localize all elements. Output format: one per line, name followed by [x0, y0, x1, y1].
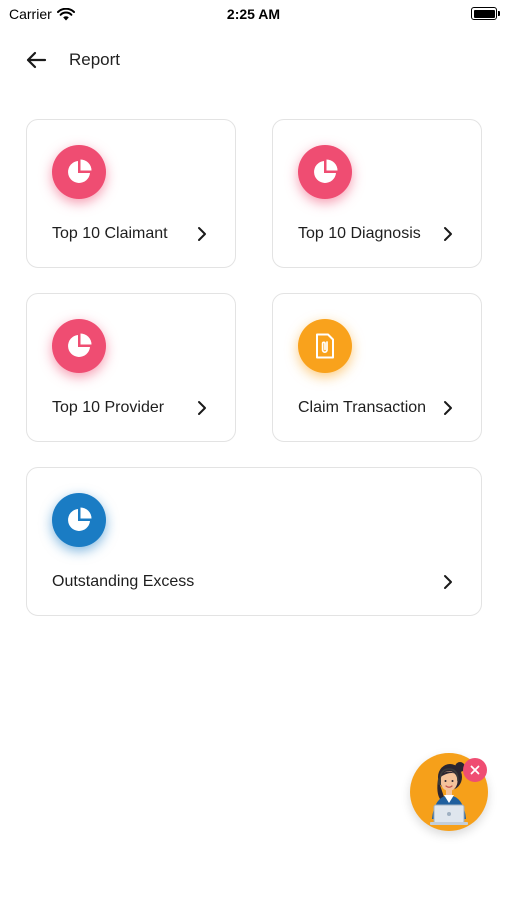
- report-card-top-10-provider[interactable]: Top 10 Provider: [26, 293, 236, 442]
- card-label: Claim Transaction: [298, 399, 427, 416]
- card-label: Top 10 Provider: [52, 399, 165, 416]
- card-label: Outstanding Excess: [52, 573, 195, 590]
- card-label: Top 10 Diagnosis: [298, 225, 421, 242]
- page-title: Report: [69, 50, 121, 69]
- close-icon: [470, 765, 480, 775]
- report-card-top-10-diagnosis[interactable]: Top 10 Diagnosis: [272, 119, 482, 268]
- arrow-left-icon: [26, 51, 47, 69]
- chevron-right-icon: [441, 573, 455, 591]
- report-card-outstanding-excess[interactable]: Outstanding Excess: [26, 467, 482, 616]
- battery-level: [473, 9, 495, 18]
- pie-chart-icon: [52, 493, 106, 547]
- battery-icon: [471, 7, 500, 20]
- top-app-bar: Report: [0, 44, 507, 76]
- status-bar: Carrier 2:25 AM: [0, 0, 507, 28]
- report-card-claim-transaction[interactable]: Claim Transaction: [272, 293, 482, 442]
- chevron-right-icon: [195, 399, 209, 417]
- close-support-button[interactable]: [463, 758, 487, 782]
- chevron-right-icon: [441, 399, 455, 417]
- pie-chart-icon: [52, 319, 106, 373]
- card-label: Top 10 Claimant: [52, 225, 168, 242]
- document-clip-icon: [298, 319, 352, 373]
- status-time: 2:25 AM: [226, 6, 281, 22]
- chevron-right-icon: [195, 225, 209, 243]
- pie-chart-icon: [52, 145, 106, 199]
- back-button[interactable]: [22, 48, 50, 72]
- report-card-top-10-claimant[interactable]: Top 10 Claimant: [26, 119, 236, 268]
- chevron-right-icon: [441, 225, 455, 243]
- pie-chart-icon: [298, 145, 352, 199]
